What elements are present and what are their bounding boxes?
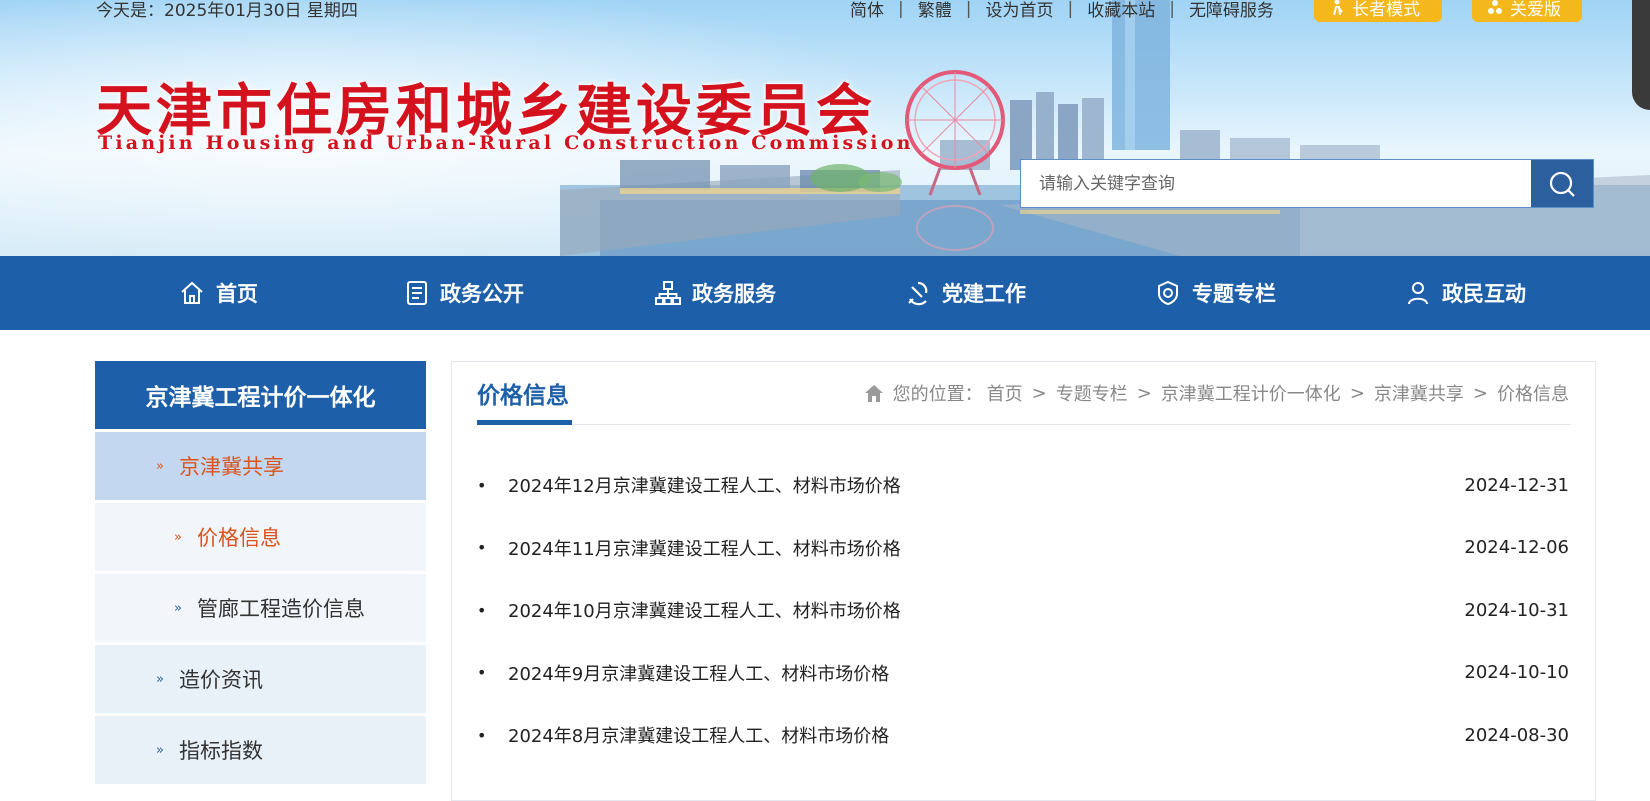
bullet: • (477, 663, 487, 683)
main-nav: 首页 政务公开 政务服务 党建工作 专题专栏 政民互动 (0, 256, 1650, 330)
bullet: • (477, 538, 487, 558)
elder-mode-label: 长者模式 (1352, 0, 1420, 20)
breadcrumb-prefix: 您的位置： (892, 384, 983, 405)
list-item[interactable]: • 2024年11月京津冀建设工程人工、材料市场价格 2024-12-06 (477, 517, 1569, 580)
sidebar-item-indices[interactable]: » 指标指数 (95, 716, 426, 784)
document-icon (407, 281, 427, 305)
sidebar-title: 京津冀工程计价一体化 (95, 361, 426, 429)
sidebar-item-jjj-shared[interactable]: » 京津冀共享 (95, 432, 426, 500)
double-chevron-icon: » (156, 742, 164, 758)
list-item-date: 2024-10-31 (1464, 599, 1569, 621)
title-underline (477, 420, 572, 425)
double-chevron-icon: » (156, 671, 164, 687)
nav-item-label: 政务服务 (692, 282, 776, 306)
sidebar-item-label: 京津冀共享 (179, 455, 284, 479)
double-chevron-icon: » (156, 458, 164, 474)
nav-item-interaction[interactable]: 政民互动 (1404, 256, 1526, 330)
article-list: • 2024年12月京津冀建设工程人工、材料市场价格 2024-12-31 • … (477, 454, 1569, 767)
sidebar-item-cost-news[interactable]: » 造价资讯 (95, 645, 426, 713)
search-box (1020, 159, 1594, 208)
sidebar-item-label: 价格信息 (197, 526, 281, 550)
nav-item-label: 首页 (216, 282, 258, 306)
list-item-date: 2024-10-10 (1464, 662, 1569, 684)
list-item-title[interactable]: 2024年11月京津冀建设工程人工、材料市场价格 (508, 535, 1429, 561)
home-icon (864, 385, 883, 402)
user-icon (1408, 282, 1428, 305)
list-item-date: 2024-12-31 (1464, 474, 1569, 496)
content-header: 价格信息 您的位置： 首页 > 专题专栏 > 京津冀工程计价一体化 > 京津冀共… (477, 362, 1571, 425)
nav-item-label: 专题专栏 (1192, 282, 1276, 306)
breadcrumb-jjj-pricing[interactable]: 京津冀工程计价一体化 (1161, 380, 1341, 406)
link-bookmark[interactable]: 收藏本站 (1073, 0, 1169, 21)
nav-item-gov-affairs[interactable]: 政务公开 (404, 256, 524, 330)
breadcrumb-current: 价格信息 (1497, 384, 1569, 405)
list-item-date: 2024-08-30 (1464, 724, 1569, 746)
link-traditional[interactable]: 繁體 (904, 0, 966, 21)
search-icon (1549, 171, 1575, 197)
breadcrumb: 您的位置： 首页 > 专题专栏 > 京津冀工程计价一体化 > 京津冀共享 > 价… (863, 380, 1571, 406)
floating-side-tab[interactable] (1632, 0, 1650, 110)
list-item-date: 2024-12-06 (1464, 537, 1569, 559)
sidebar: 京津冀工程计价一体化 » 京津冀共享 » 价格信息 » 管廊工程造价信息 » 造… (95, 361, 426, 784)
care-mode-label: 关爱版 (1510, 0, 1561, 20)
elder-icon (1333, 0, 1343, 16)
breadcrumb-jjj-shared[interactable]: 京津冀共享 (1374, 380, 1464, 406)
list-item-title[interactable]: 2024年12月京津冀建设工程人工、材料市场价格 (508, 472, 1429, 498)
date-text: 今天是：2025年01月30日 星期四 (96, 1, 358, 21)
list-item-title[interactable]: 2024年9月京津冀建设工程人工、材料市场价格 (508, 660, 1429, 686)
sidebar-item-label: 指标指数 (179, 739, 263, 763)
breadcrumb-separator: > (1136, 382, 1152, 404)
nav-item-gov-services[interactable]: 政务服务 (654, 256, 776, 330)
link-simplified[interactable]: 简体 (836, 0, 898, 21)
site-logo-en: Tianjin Housing and Urban-Rural Construc… (98, 132, 914, 154)
care-icon (1488, 0, 1502, 14)
content-panel: 价格信息 您的位置： 首页 > 专题专栏 > 京津冀工程计价一体化 > 京津冀共… (451, 361, 1596, 801)
bullet: • (477, 475, 487, 495)
org-chart-icon (655, 281, 681, 305)
breadcrumb-home[interactable]: 首页 (987, 380, 1023, 406)
elder-mode-button[interactable]: 长者模式 (1314, 0, 1442, 22)
nav-item-special-topics[interactable]: 专题专栏 (1154, 256, 1276, 330)
list-item-title[interactable]: 2024年10月京津冀建设工程人工、材料市场价格 (508, 597, 1429, 623)
top-links: 简体 | 繁體 | 设为首页 | 收藏本站 | 无障碍服务 (836, 0, 1288, 21)
nav-item-label: 政民互动 (1442, 282, 1526, 306)
list-item[interactable]: • 2024年8月京津冀建设工程人工、材料市场价格 2024-08-30 (477, 704, 1569, 767)
breadcrumb-special-topics[interactable]: 专题专栏 (1056, 380, 1128, 406)
breadcrumb-separator: > (1472, 382, 1488, 404)
sidebar-item-pipe-gallery[interactable]: » 管廊工程造价信息 (95, 574, 426, 642)
list-item[interactable]: • 2024年10月京津冀建设工程人工、材料市场价格 2024-10-31 (477, 579, 1569, 642)
nav-item-label: 党建工作 (942, 282, 1026, 306)
nav-item-label: 政务公开 (440, 282, 524, 306)
search-input[interactable] (1021, 160, 1531, 207)
breadcrumb-separator: > (1031, 382, 1047, 404)
home-icon (181, 281, 203, 304)
search-button[interactable] (1531, 160, 1593, 207)
bullet: • (477, 600, 487, 620)
badge-icon (1158, 280, 1178, 306)
care-mode-button[interactable]: 关爱版 (1472, 0, 1582, 22)
sidebar-item-label: 管廊工程造价信息 (197, 597, 365, 621)
breadcrumb-separator: > (1349, 382, 1365, 404)
list-item-title[interactable]: 2024年8月京津冀建设工程人工、材料市场价格 (508, 722, 1429, 748)
double-chevron-icon: » (174, 529, 182, 545)
list-item[interactable]: • 2024年12月京津冀建设工程人工、材料市场价格 2024-12-31 (477, 454, 1569, 517)
double-chevron-icon: » (174, 600, 182, 616)
bullet: • (477, 725, 487, 745)
sidebar-item-label: 造价资讯 (179, 668, 263, 692)
nav-item-home[interactable]: 首页 (178, 256, 258, 330)
link-accessibility[interactable]: 无障碍服务 (1175, 0, 1288, 21)
party-emblem-icon (908, 281, 928, 306)
page-title: 价格信息 (477, 383, 569, 409)
header-banner: 今天是：2025年01月30日 星期四 简体 | 繁體 | 设为首页 | 收藏本… (0, 0, 1650, 256)
list-item[interactable]: • 2024年9月京津冀建设工程人工、材料市场价格 2024-10-10 (477, 642, 1569, 705)
sidebar-item-price-info[interactable]: » 价格信息 (95, 503, 426, 571)
link-set-homepage[interactable]: 设为首页 (971, 0, 1067, 21)
nav-item-party-building[interactable]: 党建工作 (904, 256, 1026, 330)
